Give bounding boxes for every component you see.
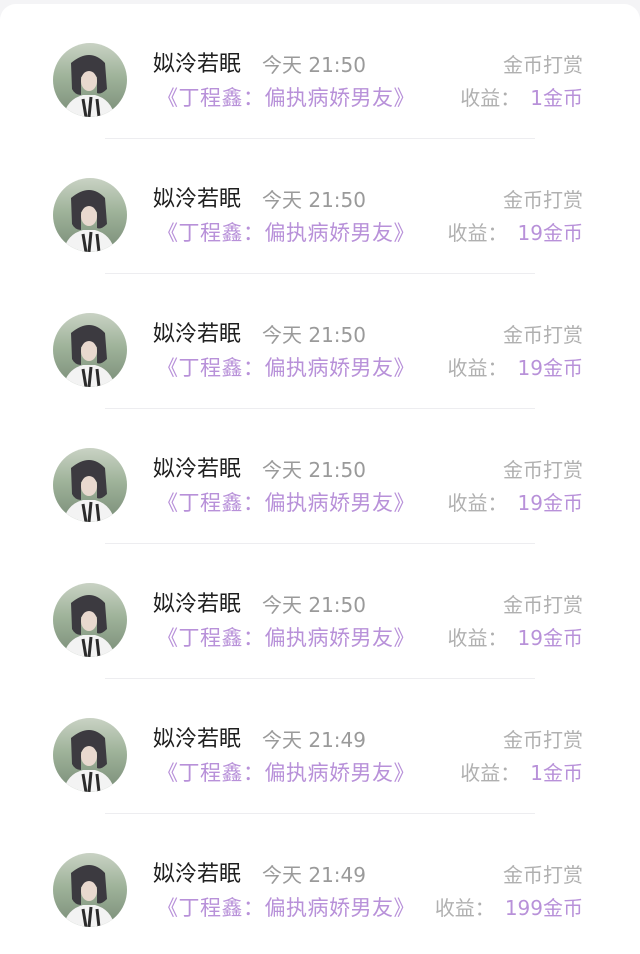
income-amount: 1金币 bbox=[530, 761, 583, 785]
work-title-link[interactable]: 《丁程鑫：偏执病娇男友》 bbox=[157, 755, 415, 791]
timestamp: 今天 21:50 bbox=[262, 53, 366, 77]
income-amount: 19金币 bbox=[517, 221, 583, 245]
list-item[interactable]: 姒泠若眠 今天 21:50 《丁程鑫：偏执病娇男友》 金币打赏 收益： 19金币 bbox=[0, 274, 640, 409]
list-item[interactable]: 姒泠若眠 今天 21:50 《丁程鑫：偏执病娇男友》 金币打赏 收益： 19金币 bbox=[0, 409, 640, 544]
work-title-link[interactable]: 《丁程鑫：偏执病娇男友》 bbox=[157, 890, 415, 926]
reward-type: 金币打赏 bbox=[503, 53, 583, 77]
reward-type: 金币打赏 bbox=[503, 728, 583, 752]
avatar[interactable] bbox=[53, 853, 127, 927]
avatar[interactable] bbox=[53, 313, 127, 387]
reward-type: 金币打赏 bbox=[503, 593, 583, 617]
user-name[interactable]: 姒泠若眠 bbox=[153, 452, 241, 488]
reward-type: 金币打赏 bbox=[503, 188, 583, 212]
avatar[interactable] bbox=[53, 583, 127, 657]
income: 收益： 1金币 bbox=[460, 755, 583, 791]
income-label: 收益： bbox=[460, 761, 521, 785]
income: 收益： 19金币 bbox=[448, 215, 583, 251]
user-name[interactable]: 姒泠若眠 bbox=[153, 182, 241, 218]
timestamp: 今天 21:49 bbox=[262, 863, 366, 887]
income-label: 收益： bbox=[447, 356, 508, 380]
income-label: 收益： bbox=[447, 491, 508, 515]
list-item[interactable]: 姒泠若眠 今天 21:49 《丁程鑫：偏执病娇男友》 金币打赏 收益： 1金币 bbox=[0, 679, 640, 814]
income-label: 收益： bbox=[447, 221, 508, 245]
timestamp: 今天 21:50 bbox=[262, 458, 366, 482]
list-item[interactable]: 姒泠若眠 今天 21:50 《丁程鑫：偏执病娇男友》 金币打赏 收益： 1金币 bbox=[0, 4, 640, 139]
reward-list: 姒泠若眠 今天 21:50 《丁程鑫：偏执病娇男友》 金币打赏 收益： 1金币 姒… bbox=[0, 4, 640, 954]
income-amount: 1金币 bbox=[530, 86, 583, 110]
avatar[interactable] bbox=[53, 448, 127, 522]
avatar[interactable] bbox=[53, 43, 127, 117]
user-name[interactable]: 姒泠若眠 bbox=[153, 857, 241, 893]
avatar[interactable] bbox=[53, 178, 127, 252]
user-name[interactable]: 姒泠若眠 bbox=[153, 47, 241, 83]
work-title-link[interactable]: 《丁程鑫：偏执病娇男友》 bbox=[157, 620, 415, 656]
income-amount: 199金币 bbox=[504, 896, 583, 920]
work-title-link[interactable]: 《丁程鑫：偏执病娇男友》 bbox=[157, 80, 415, 116]
timestamp: 今天 21:49 bbox=[262, 728, 366, 752]
income-amount: 19金币 bbox=[517, 626, 583, 650]
list-item[interactable]: 姒泠若眠 今天 21:50 《丁程鑫：偏执病娇男友》 金币打赏 收益： 19金币 bbox=[0, 544, 640, 679]
user-name[interactable]: 姒泠若眠 bbox=[153, 722, 241, 758]
work-title-link[interactable]: 《丁程鑫：偏执病娇男友》 bbox=[157, 485, 415, 521]
income: 收益： 19金币 bbox=[448, 350, 583, 386]
reward-type: 金币打赏 bbox=[503, 323, 583, 347]
work-title-link[interactable]: 《丁程鑫：偏执病娇男友》 bbox=[157, 350, 415, 386]
income: 收益： 1金币 bbox=[460, 80, 583, 116]
reward-type: 金币打赏 bbox=[503, 863, 583, 887]
income: 收益： 199金币 bbox=[435, 890, 583, 926]
income-amount: 19金币 bbox=[517, 356, 583, 380]
income: 收益： 19金币 bbox=[448, 485, 583, 521]
work-title-link[interactable]: 《丁程鑫：偏执病娇男友》 bbox=[157, 215, 415, 251]
income-label: 收益： bbox=[460, 86, 521, 110]
income-label: 收益： bbox=[434, 896, 495, 920]
user-name[interactable]: 姒泠若眠 bbox=[153, 317, 241, 353]
reward-type: 金币打赏 bbox=[503, 458, 583, 482]
income-amount: 19金币 bbox=[517, 491, 583, 515]
user-name[interactable]: 姒泠若眠 bbox=[153, 587, 241, 623]
list-item[interactable]: 姒泠若眠 今天 21:50 《丁程鑫：偏执病娇男友》 金币打赏 收益： 19金币 bbox=[0, 139, 640, 274]
timestamp: 今天 21:50 bbox=[262, 323, 366, 347]
list-item[interactable]: 姒泠若眠 今天 21:49 《丁程鑫：偏执病娇男友》 金币打赏 收益： 199金币 bbox=[0, 814, 640, 949]
income: 收益： 19金币 bbox=[448, 620, 583, 656]
timestamp: 今天 21:50 bbox=[262, 593, 366, 617]
avatar[interactable] bbox=[53, 718, 127, 792]
income-label: 收益： bbox=[447, 626, 508, 650]
timestamp: 今天 21:50 bbox=[262, 188, 366, 212]
